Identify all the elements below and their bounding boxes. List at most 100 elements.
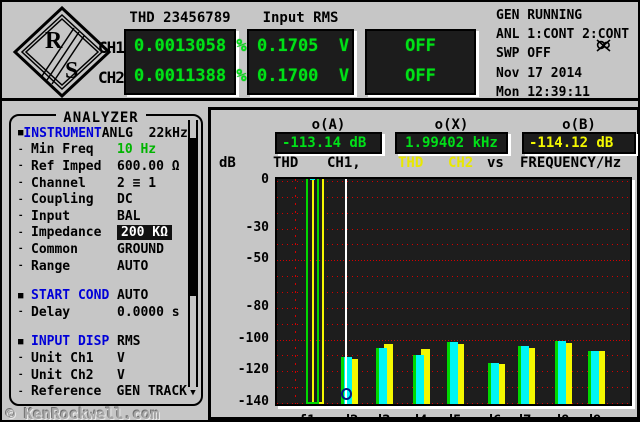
menu-gap bbox=[15, 274, 187, 287]
y-tick--50: -50 bbox=[245, 251, 269, 267]
logo-letter-r: R bbox=[45, 28, 63, 54]
gridline-v bbox=[295, 179, 296, 404]
menu-item-channel[interactable]: - Channel 2 ≡ 1 bbox=[15, 175, 187, 192]
gridline-h bbox=[277, 228, 630, 230]
gridline-h bbox=[277, 196, 630, 198]
item-name: Coupling bbox=[31, 192, 94, 208]
menu-gap bbox=[15, 321, 187, 334]
bar-ch1-d3 bbox=[376, 347, 387, 404]
y-axis-unit: dB bbox=[219, 155, 236, 171]
item-marker-icon: - bbox=[18, 307, 24, 318]
item-marker-icon: - bbox=[18, 211, 24, 222]
item-name: Reference bbox=[30, 384, 102, 400]
channel-2-label: CH2 bbox=[98, 68, 125, 87]
monitor-ch2-value: OFF bbox=[405, 66, 436, 86]
item-value[interactable]: AUTO bbox=[117, 288, 148, 303]
item-marker-icon: - bbox=[18, 161, 24, 172]
menu-panel-title: ANALYZER bbox=[11, 107, 191, 126]
menu-item-delay[interactable]: - Delay 0.0000 s bbox=[15, 304, 187, 321]
menu-item-instrument[interactable]: ■ INSTRUMENT ANLG 22kHz bbox=[15, 125, 188, 142]
graph-panel: o(A) -113.14 dB o(X) 1.99402 kHz o(B) -114.12… bbox=[208, 107, 638, 422]
item-marker-icon: - bbox=[18, 244, 24, 255]
logo-letter-s: S bbox=[65, 58, 78, 84]
input-rms-ch1-value: 0.1705 V bbox=[257, 36, 350, 56]
item-value[interactable]: 0.0000 s bbox=[117, 305, 180, 320]
input-rms-ch2-value: 0.1700 V bbox=[257, 66, 350, 86]
gridline-h bbox=[277, 323, 630, 325]
scrollbar-down-arrow[interactable]: ▼ bbox=[188, 387, 198, 400]
bar-ch1-d4 bbox=[413, 354, 424, 404]
readout-label-oA: o(A) bbox=[311, 117, 346, 133]
input-rms-readout-box: 0.1705 V 0.1700 V bbox=[247, 29, 354, 95]
thd-box-title: THD 23456789 bbox=[129, 10, 231, 26]
speaker-icon bbox=[624, 64, 638, 109]
section-marker-icon: ■ bbox=[18, 290, 24, 301]
bar-ch1-d8 bbox=[555, 341, 566, 404]
gridline-h bbox=[277, 339, 630, 341]
gridline-h bbox=[277, 307, 630, 309]
menu-item-ref-imped[interactable]: - Ref Imped 600.00 Ω bbox=[15, 158, 187, 175]
item-value[interactable]: 600.00 Ω bbox=[117, 159, 180, 174]
menu-scrollbar[interactable]: ▼ bbox=[188, 120, 198, 400]
item-marker-icon: - bbox=[18, 353, 24, 364]
menu-item-unit-ch2[interactable]: - Unit Ch2 V bbox=[15, 367, 187, 384]
menu-item-min-freq[interactable]: - Min Freq 10 Hz bbox=[15, 142, 187, 159]
menu-item-input-disp[interactable]: ■ INPUT DISP RMS bbox=[15, 334, 187, 351]
gridline-h bbox=[277, 260, 630, 262]
item-marker-icon: - bbox=[18, 386, 24, 397]
channel-1-label: CH1 bbox=[98, 38, 125, 57]
x-cursor-line[interactable] bbox=[345, 179, 347, 404]
readout-value-oB: -114.12 dB bbox=[522, 132, 636, 154]
generator-status: GEN RUNNING bbox=[496, 8, 583, 23]
readout-label-oX: o(X) bbox=[434, 117, 469, 133]
header: R S CH1 CH2 THD 23456789 0.0013058 % 0.0… bbox=[2, 2, 638, 101]
item-value[interactable]: RMS bbox=[117, 334, 140, 349]
input-rms-box-title: Input RMS bbox=[262, 10, 339, 26]
item-value[interactable]: 200 KΩ bbox=[117, 225, 172, 241]
item-value[interactable]: DC bbox=[117, 192, 133, 207]
item-value[interactable]: V bbox=[117, 351, 125, 366]
item-value[interactable]: V bbox=[117, 368, 125, 383]
y-tick--30: -30 bbox=[245, 219, 269, 235]
thd-ch1-value: 0.0013058 % bbox=[134, 36, 247, 56]
menu-item-reference[interactable]: - Reference GEN TRACK bbox=[15, 383, 187, 400]
fundamental-bar-ch1 bbox=[306, 179, 319, 404]
item-marker-icon: - bbox=[18, 144, 24, 155]
item-value[interactable]: AUTO bbox=[117, 259, 148, 274]
item-name: Delay bbox=[31, 304, 71, 320]
gridline-h bbox=[277, 292, 630, 294]
menu-item-common[interactable]: - Common GROUND bbox=[15, 241, 187, 258]
menu-item-range[interactable]: - Range AUTO bbox=[15, 258, 187, 275]
y-tick--80: -80 bbox=[245, 298, 269, 314]
item-value[interactable]: 2 ≡ 1 bbox=[117, 176, 156, 191]
x-tick-d3: d3 bbox=[373, 413, 391, 422]
item-value[interactable]: BAL bbox=[117, 209, 140, 224]
menu-item-unit-ch1[interactable]: - Unit Ch1 V bbox=[15, 350, 187, 367]
menu-item-coupling[interactable]: - Coupling DC bbox=[15, 191, 187, 208]
y-tick--120: -120 bbox=[237, 362, 269, 378]
date-display: Nov 17 2014 bbox=[496, 66, 583, 81]
time-display: Mon 12:39:11 bbox=[496, 85, 590, 100]
readout-value-oX: 1.99402 kHz bbox=[395, 132, 508, 154]
menu-item-start-cond[interactable]: ■ START COND AUTO bbox=[15, 287, 187, 304]
scrollbar-thumb[interactable] bbox=[190, 138, 196, 296]
item-marker-icon: - bbox=[18, 194, 24, 205]
x-tick-d9: d9 bbox=[584, 413, 602, 422]
sweep-status: SWP OFF bbox=[496, 46, 551, 61]
thd-readout-box: 0.0013058 % 0.0011388 % bbox=[124, 29, 247, 95]
audio-analyzer-screen: R S CH1 CH2 THD 23456789 0.0013058 % 0.0… bbox=[0, 0, 640, 422]
menu-item-impedance[interactable]: - Impedance 200 KΩ bbox=[15, 225, 187, 242]
item-value[interactable]: ANLG 22kHz bbox=[102, 126, 188, 141]
item-name: Ref Imped bbox=[31, 158, 102, 174]
item-marker-icon: - bbox=[18, 370, 24, 381]
analyzer-status: ANL 1:CONT 2:CONT bbox=[496, 27, 630, 42]
item-value[interactable]: GEN TRACK bbox=[117, 384, 187, 399]
bar-ch1-d5 bbox=[447, 341, 458, 404]
thd-bar-chart[interactable] bbox=[275, 177, 632, 406]
graph-title-part: CH2 bbox=[448, 155, 474, 171]
item-value[interactable]: GROUND bbox=[117, 242, 164, 257]
gridline-h bbox=[277, 276, 630, 278]
item-value[interactable]: 10 Hz bbox=[117, 142, 156, 157]
menu-item-input[interactable]: - Input BAL bbox=[15, 208, 187, 225]
monitor-readout-box: OFF OFF bbox=[365, 29, 476, 95]
